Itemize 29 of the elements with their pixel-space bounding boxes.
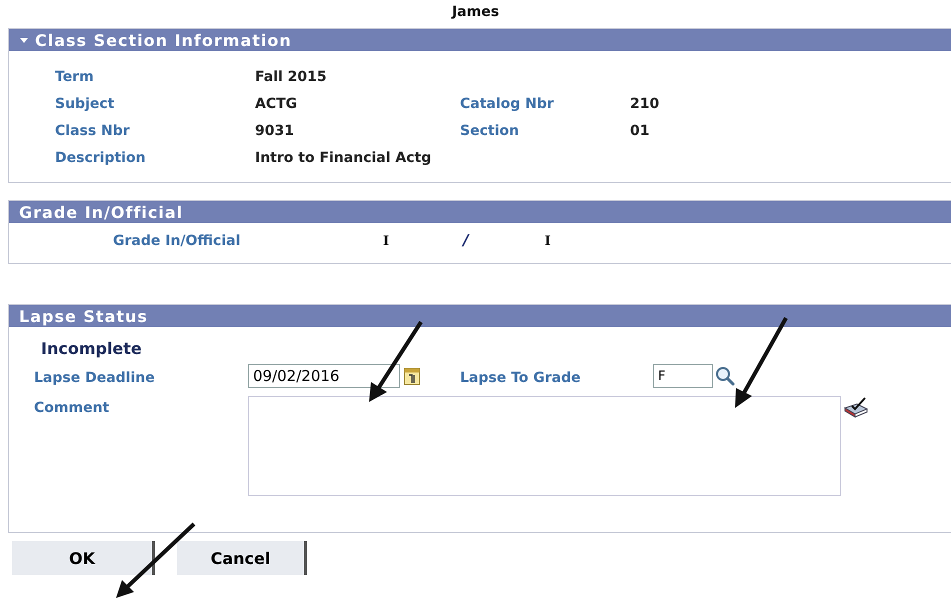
field-value: ACTG (255, 96, 298, 112)
field-label: Lapse Deadline (34, 369, 156, 386)
field-label: Class Nbr (55, 123, 131, 139)
field-value: 210 (630, 96, 660, 112)
field-value: 9031 (255, 123, 295, 139)
field-label: Lapse To Grade (460, 369, 582, 386)
section-title: Class Section Information (35, 30, 292, 50)
field-label: Description (55, 150, 147, 166)
date-input-field[interactable]: 09/02/2016 (248, 364, 400, 388)
official-grade-value: I (544, 234, 551, 249)
grade-in-value: I (383, 234, 390, 249)
field-value: Fall 2015 (255, 69, 328, 85)
field-label: Comment (34, 399, 110, 416)
field-label: Catalog Nbr (460, 96, 555, 112)
field-label: Section (460, 123, 520, 139)
grade-separator: / (460, 231, 470, 249)
lapse-status-text: Incomplete (40, 339, 143, 358)
section-header[interactable]: Class Section Information (9, 29, 951, 51)
dialog-button[interactable]: Cancel (177, 541, 307, 575)
student-name: James (450, 3, 500, 22)
field-value: Intro to Financial Actg (255, 150, 432, 166)
field-label: Grade In/Official (113, 233, 242, 249)
field-value: 01 (630, 123, 650, 139)
section-title: Lapse Status (19, 306, 148, 326)
section-title: Grade In/Official (19, 202, 184, 222)
dialog-button[interactable]: OK (12, 541, 155, 575)
field-label: Subject (55, 96, 116, 112)
grade-input-field[interactable]: F (653, 364, 713, 388)
field-label: Term (55, 69, 95, 85)
